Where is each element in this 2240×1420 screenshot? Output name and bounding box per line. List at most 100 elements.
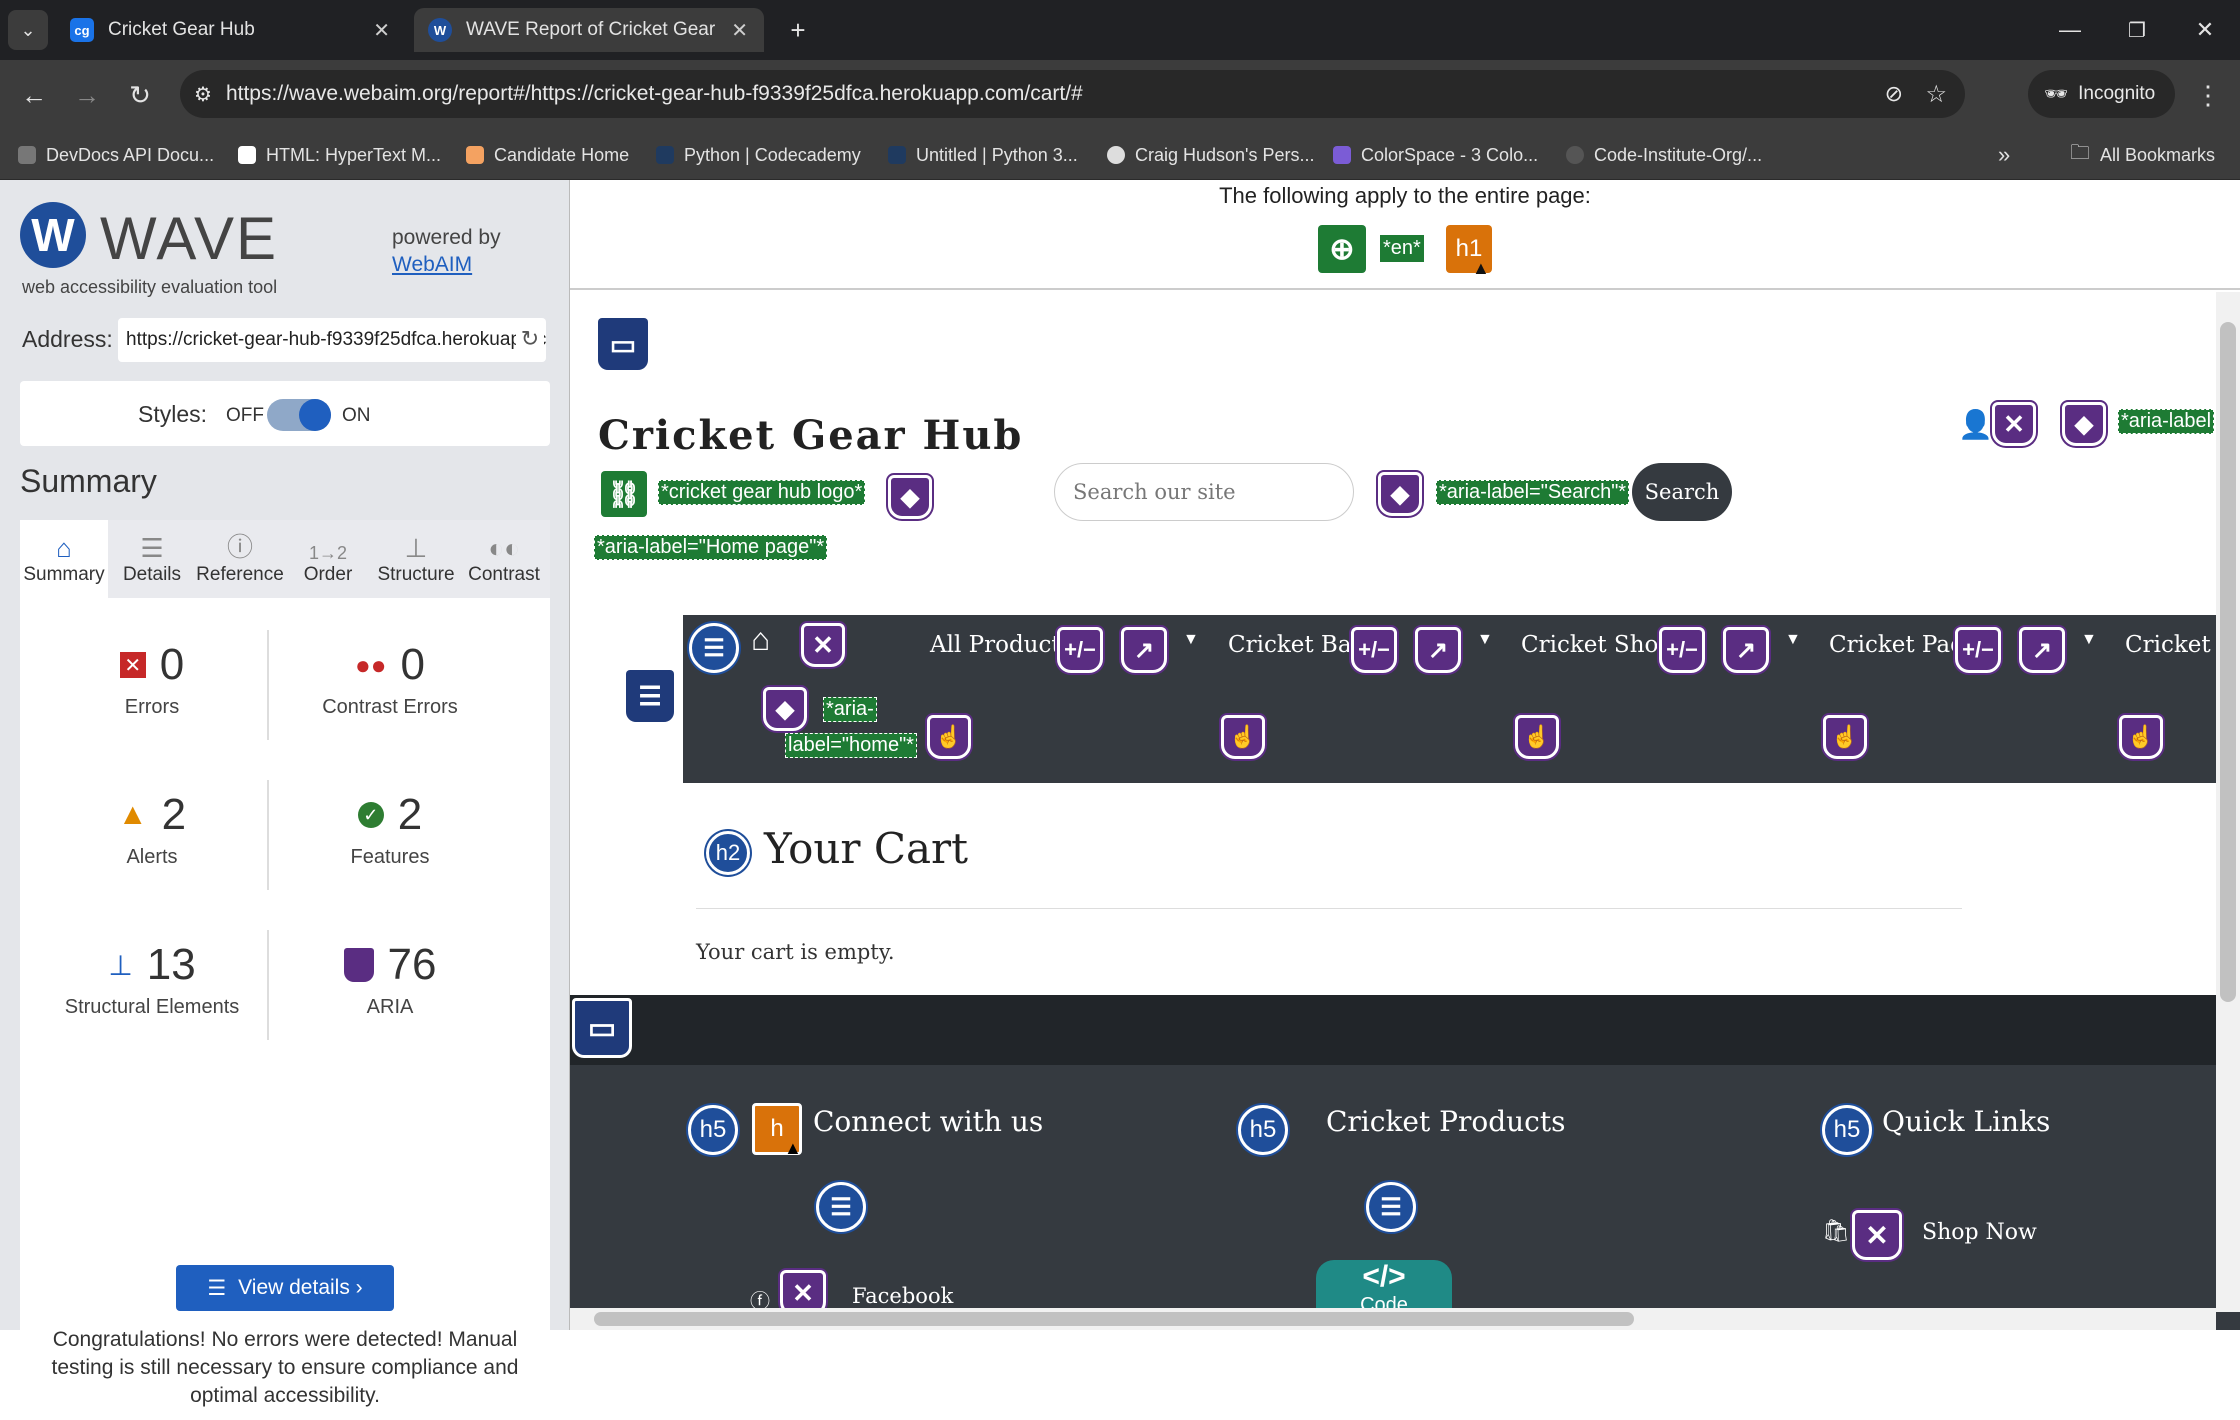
close-tab-icon[interactable]: ✕ xyxy=(373,18,390,43)
horizontal-scroll-thumb[interactable] xyxy=(594,1312,1634,1326)
refresh-icon[interactable]: ↻ xyxy=(516,326,544,352)
toggle-knob xyxy=(299,399,331,431)
aria-expanded-icon[interactable]: +/− xyxy=(1351,627,1397,673)
aria-label-icon[interactable]: ◆ xyxy=(2062,402,2106,446)
stat-contrast-errors[interactable]: ●● 0 Contrast Errors xyxy=(270,640,510,719)
aria-popup-icon[interactable]: ↗ xyxy=(1121,627,1167,673)
aria-menu-icon[interactable]: ☝ xyxy=(1515,715,1559,759)
aria-label-icon[interactable]: ◆ xyxy=(1378,472,1422,516)
home-icon[interactable]: ⌂ xyxy=(751,621,770,658)
stat-errors[interactable]: ✕ 0 Errors xyxy=(32,640,272,719)
footer-connect-heading: Connect with us xyxy=(813,1105,1044,1138)
facebook-link[interactable]: Facebook xyxy=(852,1284,953,1308)
h5-icon[interactable]: h5 xyxy=(1238,1105,1288,1155)
search-input[interactable]: Search our site xyxy=(1054,463,1354,521)
bookmark-item[interactable]: ColorSpace - 3 Colo... xyxy=(1333,130,1538,180)
tab-cricket-gear-hub[interactable]: cg Cricket Gear Hub ✕ xyxy=(56,8,406,52)
restore-icon[interactable]: ❐ xyxy=(2117,10,2157,50)
h2-icon[interactable]: h2 xyxy=(706,831,750,875)
close-window-icon[interactable]: ✕ xyxy=(2185,10,2225,50)
view-details-button[interactable]: ☰ View details › xyxy=(176,1265,394,1311)
aria-menu-icon[interactable]: ☝ xyxy=(2119,715,2163,759)
nav-landmark-icon[interactable]: ☰ xyxy=(626,670,674,722)
eye-off-icon[interactable]: ⊘ xyxy=(1885,81,1903,107)
bookmark-item[interactable]: HTML: HyperText M... xyxy=(238,130,441,180)
aria-expanded-icon[interactable]: +/− xyxy=(1659,627,1705,673)
forward-icon[interactable]: → xyxy=(67,75,107,115)
more-bookmarks-icon[interactable]: » xyxy=(1998,130,2010,180)
h5-icon[interactable]: h5 xyxy=(1822,1105,1872,1155)
incognito-icon: 🕶 xyxy=(2044,84,2069,105)
alert-triangle-icon: ▲ xyxy=(1472,258,1490,278)
list-icon[interactable]: ☰ xyxy=(816,1182,866,1232)
incognito-badge[interactable]: 🕶 Incognito xyxy=(2028,70,2175,118)
tab-summary[interactable]: ⌂ Summary xyxy=(20,520,108,598)
close-tab-icon[interactable]: ✕ xyxy=(731,18,748,43)
horizontal-scrollbar[interactable] xyxy=(570,1308,2216,1330)
page-wide-icons: The following apply to the entire page: … xyxy=(570,180,2240,290)
bookmark-item[interactable]: Craig Hudson's Pers... xyxy=(1107,130,1315,180)
tab-search-button[interactable]: ⌄ xyxy=(8,10,48,50)
vertical-scrollbar[interactable] xyxy=(2216,292,2240,1312)
all-bookmarks[interactable]: 🗀 All Bookmarks xyxy=(2070,130,2215,180)
site-info-icon[interactable]: ⚙ xyxy=(194,82,212,107)
bookmark-item[interactable]: Code-Institute-Org/... xyxy=(1566,130,1762,180)
bookmarks-bar: DevDocs API Docu... HTML: HyperText M...… xyxy=(0,130,2240,180)
list-icon[interactable]: ☰ xyxy=(689,623,739,673)
vertical-scroll-thumb[interactable] xyxy=(2220,322,2236,1002)
lang-label: *en* xyxy=(1380,235,1424,262)
aria-expanded-icon[interactable]: +/− xyxy=(1057,627,1103,673)
globe-icon[interactable]: ⊕ xyxy=(1318,225,1366,273)
search-button[interactable]: Search xyxy=(1632,463,1732,521)
styles-toggle[interactable] xyxy=(267,399,331,431)
aria-popup-icon[interactable]: ↗ xyxy=(1415,627,1461,673)
stat-structural[interactable]: ⊥ 13 Structural Elements xyxy=(32,940,272,1019)
nav-all-products[interactable]: All Products xyxy=(930,623,1072,667)
url-bar[interactable]: ⚙ https://wave.webaim.org/report#/https:… xyxy=(180,70,1965,118)
address-input[interactable]: https://cricket-gear-hub-f9339f25dfca.he… xyxy=(118,318,546,362)
new-tab-icon[interactable]: + xyxy=(780,12,816,48)
footer-landmark-icon[interactable]: ▭ xyxy=(572,998,632,1058)
reload-icon[interactable]: ↻ xyxy=(120,75,160,115)
menu-icon[interactable]: ⋮ xyxy=(2190,75,2226,115)
aria-hidden-icon[interactable]: ✕ xyxy=(801,623,845,667)
stat-alerts[interactable]: ▲ 2 Alerts xyxy=(32,790,272,869)
bookmark-item[interactable]: DevDocs API Docu... xyxy=(18,130,214,180)
aria-label-icon[interactable]: ◆ xyxy=(763,687,807,731)
aria-menu-icon[interactable]: ☝ xyxy=(1221,715,1265,759)
aria-hidden-icon[interactable]: ✕ xyxy=(1852,1210,1902,1260)
shop-now-link[interactable]: Shop Now xyxy=(1922,1220,2037,1245)
site-title[interactable]: Cricket Gear Hub xyxy=(598,412,1023,459)
aria-popup-icon[interactable]: ↗ xyxy=(2019,627,2065,673)
header-landmark-icon[interactable]: ▭ xyxy=(598,318,648,370)
stat-features[interactable]: ✓ 2 Features xyxy=(270,790,510,869)
aria-hidden-icon[interactable]: ✕ xyxy=(1992,402,2036,446)
aria-expanded-icon[interactable]: +/− xyxy=(1955,627,2001,673)
bookmark-item[interactable]: Python | Codecademy xyxy=(656,130,861,180)
cricket-gear-hub-favicon: cg xyxy=(70,18,94,42)
stat-aria[interactable]: 76 ARIA xyxy=(270,940,510,1019)
h5-icon[interactable]: h5 xyxy=(688,1105,738,1155)
linked-image-icon[interactable]: ⛓ xyxy=(601,471,647,517)
list-icon: ☰ xyxy=(140,533,164,563)
bookmark-star-icon[interactable]: ☆ xyxy=(1925,80,1947,109)
styles-on-label: ON xyxy=(342,405,371,426)
list-icon[interactable]: ☰ xyxy=(1366,1182,1416,1232)
bookmark-item[interactable]: Candidate Home xyxy=(466,130,629,180)
tab-details[interactable]: ☰ Details xyxy=(108,520,196,598)
aria-menu-icon[interactable]: ☝ xyxy=(1823,715,1867,759)
user-icon[interactable]: 👤 xyxy=(1958,408,1993,441)
bookmark-item[interactable]: Untitled | Python 3... xyxy=(888,130,1078,180)
aria-label-icon[interactable]: ◆ xyxy=(888,475,932,519)
tab-wave-report[interactable]: W WAVE Report of Cricket Gear Hu ✕ xyxy=(414,8,764,52)
tab-bar: ⌄ cg Cricket Gear Hub ✕ W WAVE Report of… xyxy=(0,0,2240,60)
back-icon[interactable]: ← xyxy=(14,75,54,115)
tab-order[interactable]: 1→2 Order xyxy=(284,520,372,598)
tab-contrast[interactable]: ◐◐ Contrast xyxy=(460,520,548,598)
tab-structure[interactable]: ⊥ Structure xyxy=(372,520,460,598)
aria-popup-icon[interactable]: ↗ xyxy=(1723,627,1769,673)
minimize-icon[interactable]: — xyxy=(2050,10,2090,50)
webaim-link[interactable]: WebAIM xyxy=(392,253,472,277)
tab-reference[interactable]: ⓘ Reference xyxy=(196,520,284,598)
aria-menu-icon[interactable]: ☝ xyxy=(927,715,971,759)
